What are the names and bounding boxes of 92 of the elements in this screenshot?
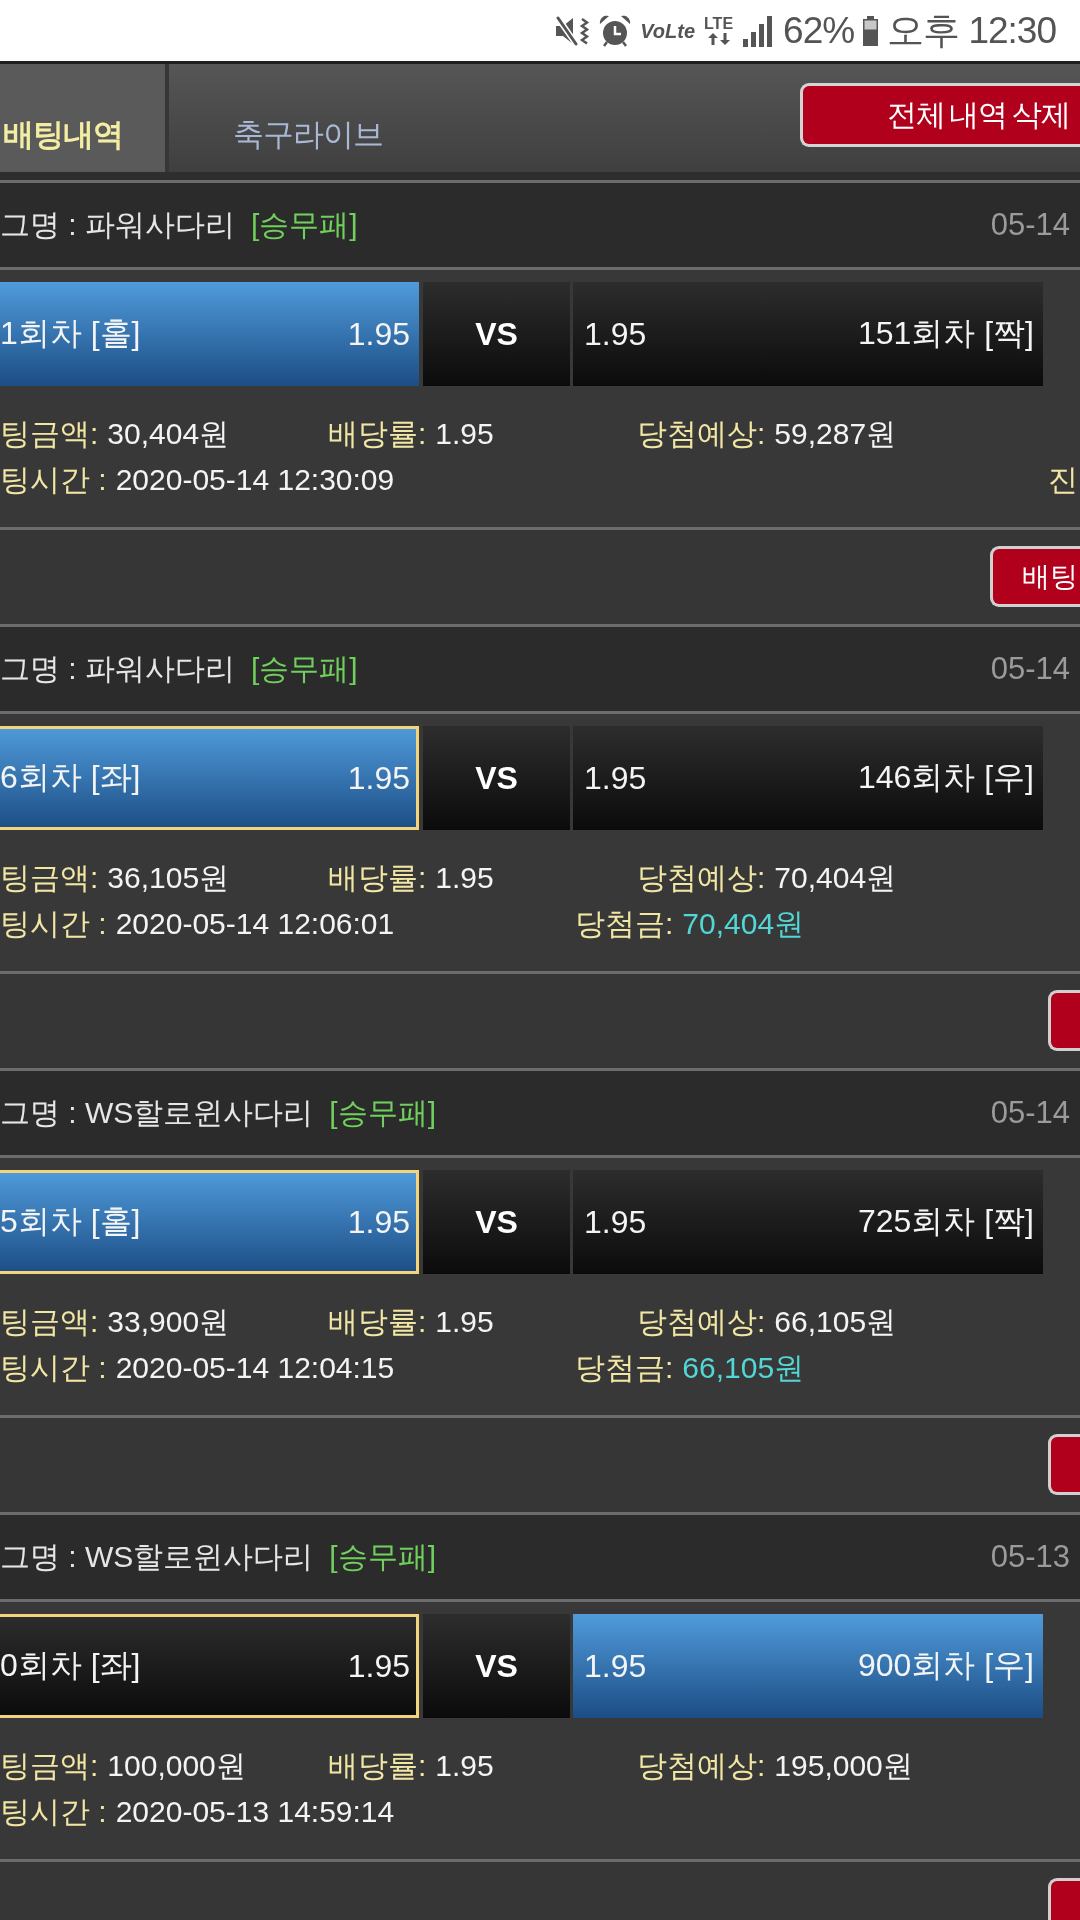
odds-value: 1.95 (584, 759, 647, 797)
odds-rate-value: 1.95 (435, 861, 494, 894)
odds-rate-label: 배당률: (328, 417, 427, 450)
bet-type-tag: [승무패] (329, 1092, 436, 1134)
odds-rate-label: 배당률: (328, 1305, 427, 1338)
home-pick-panel[interactable]: 0회차 [좌] 1.95 (0, 1614, 419, 1718)
bet-time-value: 2020-05-13 14:59:14 (115, 1795, 395, 1828)
round-label: 1회차 [홀] (0, 314, 141, 353)
data-arrows-icon (706, 33, 731, 45)
vs-label: VS (423, 1170, 570, 1274)
round-label: 146회차 [우] (857, 758, 1034, 797)
bet-action-button[interactable] (1048, 990, 1080, 1051)
bet-type-tag: [승무패] (251, 204, 358, 246)
stake-label: 팅금액: (0, 417, 99, 450)
bet-time-label: 팅시간 : (0, 1351, 107, 1384)
alarm-clock-icon (599, 14, 632, 47)
odds-rate-value: 1.95 (435, 417, 494, 450)
league-name: 그명 : WS할로윈사다리 (0, 1094, 314, 1131)
delete-all-button[interactable]: 전체 내역 삭제 (800, 83, 1080, 147)
league-name: 그명 : 파워사다리 (0, 650, 235, 687)
odds-value: 1.95 (584, 1203, 647, 1241)
winnings-value: 70,404원 (682, 907, 805, 940)
bet-action-button[interactable]: 배팅 (990, 546, 1080, 607)
odds-rate-label: 배당률: (328, 861, 427, 894)
bet-date: 05-13 (990, 1539, 1070, 1575)
odds-value: 1.95 (347, 1647, 410, 1685)
tab[interactable]: 배팅내역 (0, 64, 169, 172)
league-name: 그명 : WS할로윈사다리 (0, 1538, 314, 1575)
odds-rate-label: 배당률: (328, 1749, 427, 1782)
lte-label: LTE (704, 16, 734, 32)
odds-value: 1.95 (347, 315, 410, 353)
winnings-label: 당첨금: (575, 907, 674, 940)
odds-value: 1.95 (584, 315, 647, 353)
away-pick-panel[interactable]: 1.95 900회차 [우] (573, 1614, 1043, 1718)
battery-icon (863, 15, 879, 46)
expected-payout-label: 당첨예상: (637, 1749, 766, 1782)
bet-time-label: 팅시간 : (0, 463, 107, 496)
expected-payout-label: 당첨예상: (637, 861, 766, 894)
stake-label: 팅금액: (0, 1749, 99, 1782)
away-pick-panel[interactable]: 1.95 146회차 [우] (573, 726, 1043, 830)
mute-icon (555, 14, 591, 47)
bet-date: 05-14 (990, 1095, 1070, 1131)
bet-action-button[interactable] (1048, 1434, 1080, 1495)
stake-value: 36,105원 (107, 861, 230, 894)
stake-label: 팅금액: (0, 1305, 99, 1338)
bet-time-value: 2020-05-14 12:06:01 (115, 907, 395, 940)
vs-label: VS (423, 1614, 570, 1718)
bet-type-tag: [승무패] (251, 648, 358, 690)
bet-date: 05-14 (990, 651, 1070, 687)
expected-payout-label: 당첨예상: (637, 1305, 766, 1338)
expected-payout-value: 70,404원 (774, 861, 897, 894)
odds-value: 1.95 (347, 759, 410, 797)
stake-label: 팅금액: (0, 861, 99, 894)
clock-time: 오후 12:30 (887, 12, 1056, 49)
bet-time-value: 2020-05-14 12:04:15 (115, 1351, 395, 1384)
round-label: 6회차 [좌] (0, 758, 141, 797)
bet-time-label: 팅시간 : (0, 907, 107, 940)
league-name: 그명 : 파워사다리 (0, 206, 235, 243)
bet-time-label: 팅시간 : (0, 1795, 107, 1828)
winnings-value: 66,105원 (682, 1351, 805, 1384)
stake-value: 33,900원 (107, 1305, 230, 1338)
vs-label: VS (423, 282, 570, 386)
expected-payout-value: 59,287원 (774, 417, 897, 450)
round-label: 5회차 [홀] (0, 1202, 141, 1241)
odds-value: 1.95 (347, 1203, 410, 1241)
expected-payout-value: 66,105원 (774, 1305, 897, 1338)
round-label: 0회차 [좌] (0, 1646, 141, 1685)
bet-status: 진 (1048, 462, 1079, 498)
odds-rate-value: 1.95 (435, 1749, 494, 1782)
expected-payout-label: 당첨예상: (637, 417, 766, 450)
winnings-label: 당첨금: (575, 1351, 674, 1384)
signal-icon (742, 14, 775, 47)
home-pick-panel[interactable]: 5회차 [홀] 1.95 (0, 1170, 419, 1274)
bet-date: 05-14 (990, 207, 1070, 243)
volte-label: VoLte (640, 20, 696, 41)
stake-value: 100,000원 (107, 1749, 246, 1782)
away-pick-panel[interactable]: 1.95 151회차 [짝] (573, 282, 1043, 386)
bet-time-value: 2020-05-14 12:30:09 (115, 463, 395, 496)
round-label: 151회차 [짝] (857, 314, 1034, 353)
round-label: 725회차 [짝] (857, 1202, 1034, 1241)
odds-rate-value: 1.95 (435, 1305, 494, 1338)
odds-value: 1.95 (584, 1647, 647, 1685)
bet-type-tag: [승무패] (329, 1536, 436, 1578)
tab[interactable]: 축구라이브 (169, 64, 423, 172)
round-label: 900회차 [우] (857, 1646, 1034, 1685)
expected-payout-value: 195,000원 (774, 1749, 913, 1782)
home-pick-panel[interactable]: 1회차 [홀] 1.95 (0, 282, 419, 386)
stake-value: 30,404원 (107, 417, 230, 450)
home-pick-panel[interactable]: 6회차 [좌] 1.95 (0, 726, 419, 830)
away-pick-panel[interactable]: 1.95 725회차 [짝] (573, 1170, 1043, 1274)
battery-percent: 62% (783, 12, 855, 49)
vs-label: VS (423, 726, 570, 830)
